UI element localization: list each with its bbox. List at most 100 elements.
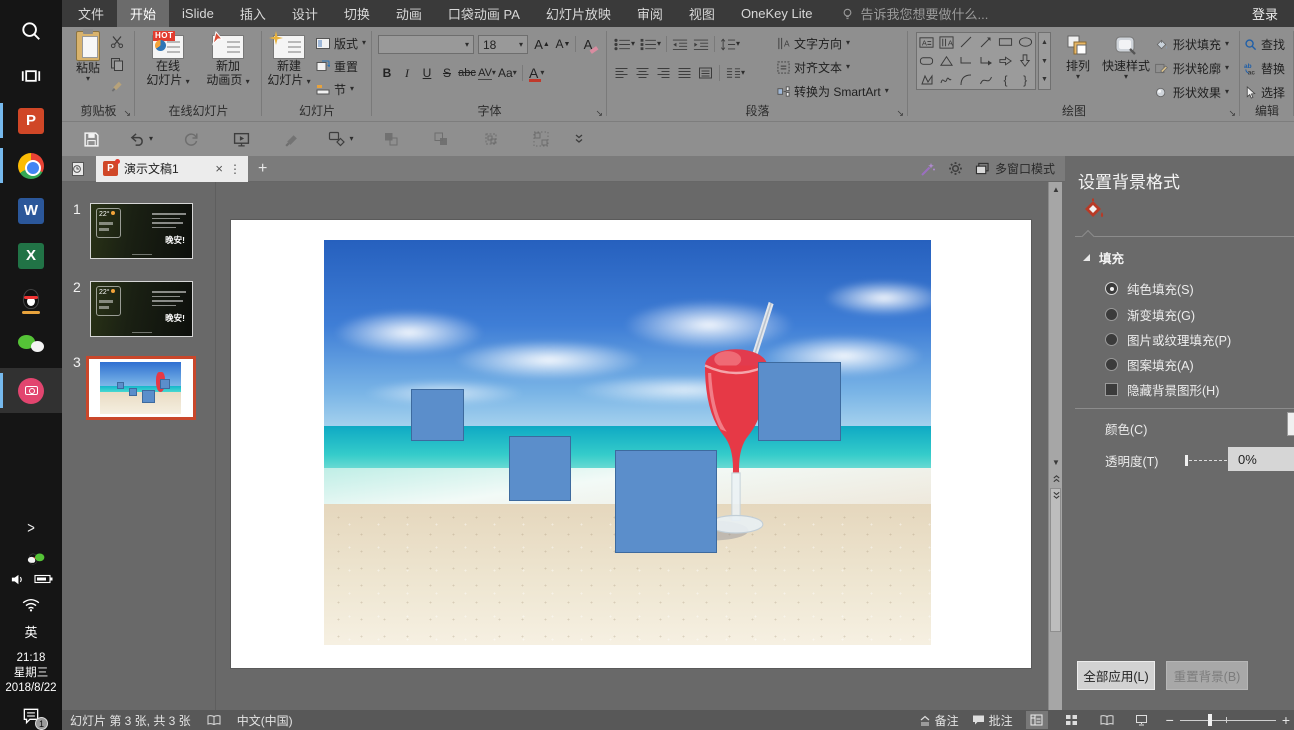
shape-down-arrow[interactable] — [1015, 52, 1035, 71]
taskbar-chrome-button[interactable] — [0, 143, 62, 188]
shape-outline-button[interactable]: 形状轮廓 ▾ — [1154, 58, 1229, 78]
save-button[interactable] — [66, 124, 116, 154]
character-spacing-button[interactable]: AV ▾ — [478, 63, 496, 83]
columns-button[interactable]: ▾ — [726, 67, 745, 79]
group-shapes-button[interactable] — [466, 124, 516, 154]
apply-to-all-button[interactable]: 全部应用(L) — [1077, 661, 1155, 690]
replace-button[interactable]: ab ac 替换 — [1244, 58, 1285, 78]
blue-square-4[interactable] — [758, 362, 841, 441]
taskbar-screenshot-app-button[interactable] — [0, 368, 62, 413]
tab-design[interactable]: 设计 — [279, 0, 331, 27]
redo-button[interactable] — [166, 124, 216, 154]
tab-view[interactable]: 视图 — [676, 0, 728, 27]
wifi-icon[interactable] — [22, 598, 40, 612]
tab-file[interactable]: 文件 — [65, 0, 117, 27]
qat-more-button[interactable] — [566, 124, 592, 154]
scroll-up-button[interactable]: ▲ — [1049, 182, 1063, 196]
shape-gallery-scroll-up[interactable]: ▲ — [1039, 33, 1050, 52]
slide-thumbnail-1[interactable]: 1 22° 晚安! — [73, 201, 193, 259]
session-manager-button[interactable] — [70, 161, 86, 177]
slide-sorter-view-button[interactable] — [1061, 711, 1083, 729]
multi-window-mode-button[interactable]: 多窗口模式 — [975, 160, 1055, 177]
shape-rectangle[interactable] — [996, 33, 1016, 52]
text-shadow-button[interactable]: abc — [458, 63, 476, 83]
blue-square-3[interactable] — [615, 450, 717, 553]
decrease-font-button[interactable]: A ▼ — [554, 34, 572, 54]
scrollbar-thumb[interactable] — [1050, 488, 1061, 632]
gear-icon[interactable] — [948, 161, 963, 176]
slide-thumbnail-2[interactable]: 2 22° 晚安! — [73, 279, 193, 337]
option-picture-fill[interactable]: 图片或纹理填充(P) — [1105, 330, 1231, 349]
taskbar-qq-button[interactable] — [0, 278, 62, 323]
cut-button[interactable] — [110, 35, 124, 49]
qat-format-painter-button[interactable] — [266, 124, 316, 154]
zoom-out-button[interactable]: − — [1166, 713, 1174, 727]
reset-button[interactable]: 重置 — [316, 56, 366, 76]
slide-3-editing-surface[interactable] — [231, 220, 1031, 668]
tab-animations[interactable]: 动画 — [383, 0, 435, 27]
shape-left-brace[interactable]: { — [996, 70, 1016, 89]
volume-icon[interactable] — [9, 572, 26, 587]
layout-button[interactable]: 版式 ▾ — [316, 33, 366, 53]
taskbar-powerpoint-button[interactable]: P — [0, 98, 62, 143]
tab-onekey[interactable]: OneKey Lite — [728, 0, 826, 27]
text-direction-button[interactable]: A 文字方向 ▾ — [777, 33, 889, 53]
language-indicator[interactable]: 中文(中国) — [237, 712, 293, 729]
taskbar-clock[interactable]: 21:18 星期三 2018/8/22 — [5, 651, 56, 696]
shape-curve[interactable] — [976, 70, 996, 89]
tray-expand-button[interactable]: > — [0, 515, 62, 539]
bold-button[interactable]: B — [378, 63, 396, 83]
select-button[interactable]: 选择 — [1244, 82, 1285, 102]
slider-handle[interactable] — [1185, 455, 1188, 466]
zoom-slider[interactable] — [1179, 714, 1276, 726]
align-text-button[interactable]: 对齐文本 ▾ — [777, 57, 889, 77]
clear-formatting-button[interactable]: A — [579, 34, 599, 54]
tab-insert[interactable]: 插入 — [227, 0, 279, 27]
increase-indent-button[interactable] — [693, 38, 709, 51]
shape-triangle[interactable] — [937, 52, 957, 71]
shape-rounded-rectangle[interactable] — [917, 52, 937, 71]
beach-photo[interactable] — [324, 240, 931, 645]
change-case-button[interactable]: Aa ▾ — [498, 63, 517, 83]
quick-styles-button[interactable]: 快速样式 ▾ — [1100, 33, 1152, 81]
shape-elbow-arrow-connector[interactable] — [976, 52, 996, 71]
find-button[interactable]: 查找 — [1244, 34, 1285, 54]
option-hide-background[interactable]: 隐藏背景图形(H) — [1105, 380, 1219, 399]
tab-more-icon[interactable]: ⋮ — [229, 162, 241, 176]
taskbar-excel-button[interactable]: X — [0, 233, 62, 278]
underline-button[interactable]: U — [418, 63, 436, 83]
shape-right-brace[interactable]: } — [1015, 70, 1035, 89]
tab-home[interactable]: 开始 — [117, 0, 170, 27]
shape-scribble[interactable] — [937, 70, 957, 89]
fill-section-header[interactable]: 填充 — [1083, 248, 1124, 267]
font-name-combo[interactable]: ▾ — [378, 35, 474, 54]
font-size-combo[interactable]: 18 ▾ — [478, 35, 528, 54]
taskbar-wechat-button[interactable] — [0, 323, 62, 368]
shape-vertical-text-box[interactable]: A — [937, 33, 957, 52]
slide-thumbnail-3-selected[interactable]: 3 — [73, 354, 196, 420]
convert-smartart-button[interactable]: 转换为 SmartArt ▾ — [777, 81, 889, 101]
taskbar-task-view-button[interactable] — [0, 53, 62, 98]
shape-elbow-connector[interactable] — [956, 52, 976, 71]
scroll-down-button[interactable]: ▼ — [1049, 455, 1063, 469]
reset-background-button[interactable]: 重置背景(B) — [1166, 661, 1248, 690]
align-center-button[interactable] — [635, 67, 650, 79]
zoom-in-button[interactable]: + — [1282, 713, 1290, 727]
justify-button[interactable] — [677, 67, 692, 79]
tab-slideshow[interactable]: 幻灯片放映 — [533, 0, 624, 27]
qat-shape-combine-button[interactable]: ▾ — [316, 124, 366, 154]
paragraph-dialog-launcher[interactable]: ↘ — [896, 109, 904, 118]
shape-effects-button[interactable]: 形状效果 ▾ — [1154, 82, 1229, 102]
send-backward-button[interactable] — [416, 124, 466, 154]
undo-button[interactable]: ▾ — [116, 124, 166, 154]
option-gradient-fill[interactable]: 渐变填充(G) — [1105, 305, 1195, 324]
numbering-button[interactable]: ▾ — [640, 38, 661, 51]
new-tab-button[interactable]: + — [258, 160, 267, 177]
transparency-value-box[interactable]: 0% — [1228, 447, 1294, 471]
reading-view-button[interactable] — [1096, 711, 1118, 729]
close-tab-icon[interactable]: × — [215, 161, 223, 176]
slide-editing-canvas[interactable] — [215, 182, 1048, 710]
line-spacing-button[interactable]: ▾ — [720, 37, 740, 51]
align-right-button[interactable] — [656, 67, 671, 79]
tab-review[interactable]: 审阅 — [624, 0, 676, 27]
